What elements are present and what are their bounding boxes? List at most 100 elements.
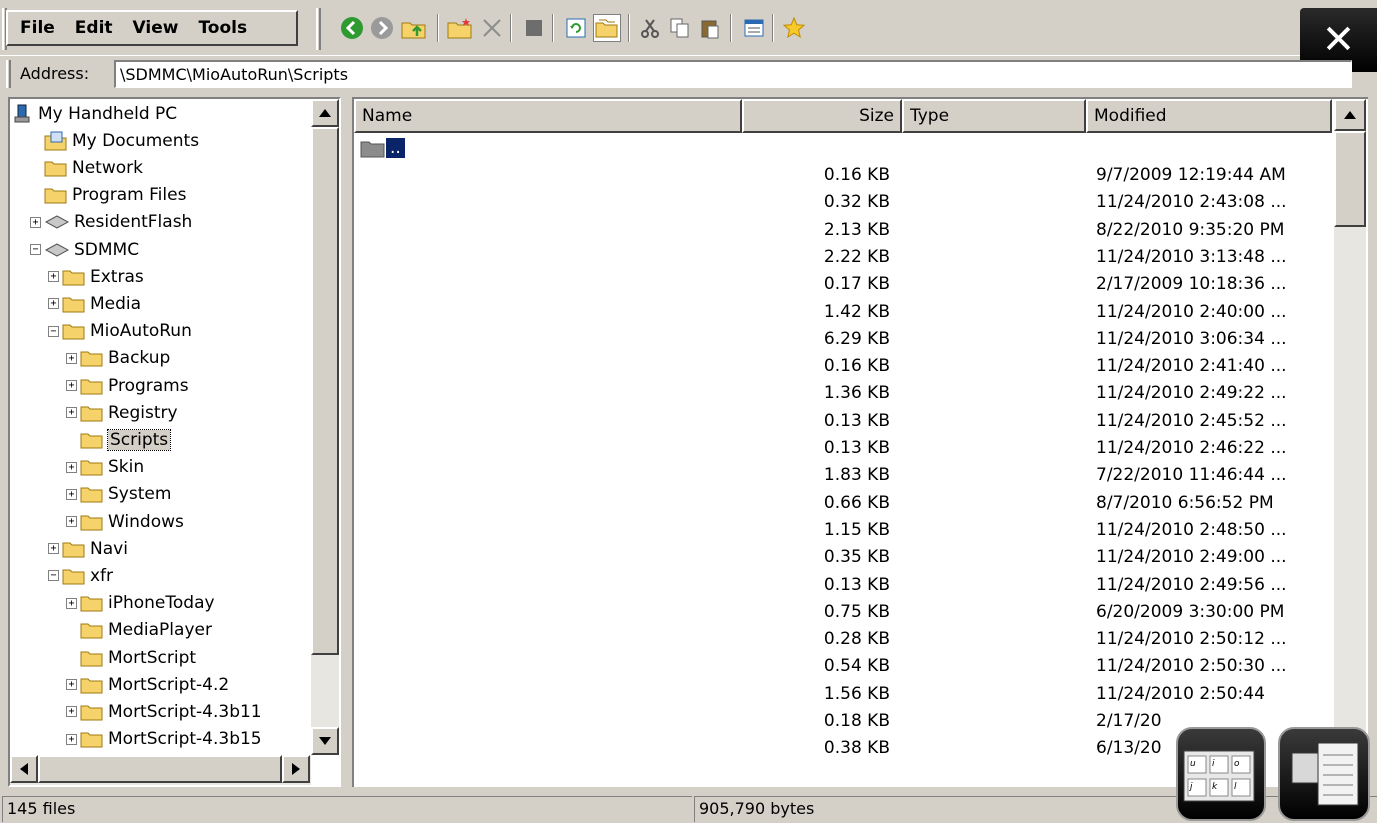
- file-row[interactable]: 0.75 KB 6/20/2009 3:30:00 PM: [354, 599, 1334, 626]
- collapse-icon[interactable]: −: [48, 325, 59, 337]
- file-row[interactable]: 1.83 KB 7/22/2010 11:46:44 ...: [354, 462, 1334, 489]
- paste-button[interactable]: [696, 14, 724, 42]
- list-scroll-thumb[interactable]: [1334, 131, 1366, 227]
- tree-item[interactable]: + ResidentFlash: [30, 209, 192, 236]
- folders-button[interactable]: [593, 14, 621, 42]
- file-row[interactable]: 0.28 KB 11/24/2010 2:50:12 ...: [354, 626, 1334, 653]
- refresh-button[interactable]: [562, 14, 590, 42]
- menu-edit[interactable]: Edit: [65, 13, 123, 43]
- file-row[interactable]: 0.16 KB 9/7/2009 12:19:44 AM: [354, 162, 1334, 189]
- menu-tools[interactable]: Tools: [188, 13, 257, 43]
- tree-scroll-down-button[interactable]: [311, 727, 339, 755]
- tree-scroll-left-button[interactable]: [10, 755, 38, 783]
- file-row[interactable]: 0.13 KB 11/24/2010 2:46:22 ...: [354, 435, 1334, 462]
- view-options-button[interactable]: [740, 14, 768, 42]
- tree-item[interactable]: − MioAutoRun: [48, 318, 192, 345]
- file-row[interactable]: 0.13 KB 11/24/2010 2:45:52 ...: [354, 408, 1334, 435]
- forward-button[interactable]: [368, 14, 396, 42]
- tree-item[interactable]: + Backup: [66, 345, 170, 372]
- column-header-size[interactable]: Size: [742, 99, 902, 133]
- tree-item[interactable]: Program Files: [30, 182, 186, 209]
- tree-item[interactable]: Network: [30, 154, 143, 181]
- expand-icon[interactable]: +: [66, 461, 77, 473]
- file-row[interactable]: 6.29 KB 11/24/2010 3:06:34 ...: [354, 326, 1334, 353]
- address-grip[interactable]: [6, 60, 11, 88]
- tree-item[interactable]: Scripts: [66, 426, 172, 453]
- file-row[interactable]: 1.15 KB 11/24/2010 2:48:50 ...: [354, 517, 1334, 544]
- toolbar-grip[interactable]: [316, 8, 321, 50]
- tree-item[interactable]: + MortScript-4.3b11: [66, 698, 262, 725]
- delete-button[interactable]: [478, 14, 506, 42]
- expand-icon[interactable]: +: [48, 543, 59, 555]
- favorites-button[interactable]: [780, 14, 808, 42]
- file-row[interactable]: 1.36 KB 11/24/2010 2:49:22 ...: [354, 380, 1334, 407]
- expand-icon[interactable]: +: [48, 271, 59, 283]
- tree-hscroll-thumb[interactable]: [38, 755, 282, 783]
- tree-item[interactable]: + Media: [48, 290, 141, 317]
- tree-item[interactable]: MortScript: [66, 644, 196, 671]
- tree-item[interactable]: + Registry: [66, 399, 178, 426]
- file-row[interactable]: 2.22 KB 11/24/2010 3:13:48 ...: [354, 244, 1334, 271]
- expand-icon[interactable]: +: [66, 679, 77, 691]
- keyboard-button[interactable]: uio jkl: [1176, 727, 1266, 821]
- tree-item[interactable]: + Extras: [48, 263, 144, 290]
- column-header-modified[interactable]: Modified: [1086, 99, 1332, 133]
- file-row[interactable]: 1.42 KB 11/24/2010 2:40:00 ...: [354, 299, 1334, 326]
- expand-icon[interactable]: +: [48, 298, 59, 310]
- tree-item[interactable]: + Skin: [66, 454, 144, 481]
- expand-icon[interactable]: +: [30, 216, 41, 228]
- tree-item[interactable]: + Navi: [48, 535, 128, 562]
- column-header-type[interactable]: Type: [902, 99, 1086, 133]
- file-row[interactable]: 1.56 KB 11/24/2010 2:50:44: [354, 681, 1334, 708]
- file-row[interactable]: 0.17 KB 2/17/2009 10:18:36 ...: [354, 271, 1334, 298]
- tree-item[interactable]: My Documents: [30, 127, 199, 154]
- new-folder-button[interactable]: [446, 14, 474, 42]
- tree-item[interactable]: + iPhoneToday: [66, 590, 215, 617]
- tree-scroll-thumb[interactable]: [311, 127, 339, 655]
- menu-file[interactable]: File: [10, 13, 65, 43]
- tree-item[interactable]: + System: [66, 481, 171, 508]
- expand-icon[interactable]: +: [66, 352, 77, 364]
- expand-icon[interactable]: +: [66, 488, 77, 500]
- properties-button[interactable]: [520, 14, 548, 42]
- parent-folder-item[interactable]: ..: [360, 138, 405, 158]
- window-switch-button[interactable]: [1278, 727, 1370, 821]
- file-row[interactable]: 0.16 KB 11/24/2010 2:41:40 ...: [354, 353, 1334, 380]
- file-row[interactable]: 0.66 KB 8/7/2010 6:56:52 PM: [354, 490, 1334, 517]
- expand-icon[interactable]: +: [66, 706, 77, 718]
- collapse-icon[interactable]: −: [48, 570, 59, 582]
- tree-scroll-right-button[interactable]: [282, 755, 310, 783]
- tree-vertical-scrollbar[interactable]: [311, 99, 339, 755]
- file-row[interactable]: 0.13 KB 11/24/2010 2:49:56 ...: [354, 572, 1334, 599]
- menu-view[interactable]: View: [123, 13, 189, 43]
- file-row[interactable]: 0.35 KB 11/24/2010 2:49:00 ...: [354, 544, 1334, 571]
- file-row[interactable]: 0.54 KB 11/24/2010 2:50:30 ...: [354, 653, 1334, 680]
- parent-folder-row[interactable]: ..: [354, 135, 1334, 162]
- tree-item[interactable]: MediaPlayer: [66, 617, 212, 644]
- column-header-name[interactable]: Name: [354, 99, 742, 133]
- list-scroll-up-button[interactable]: [1334, 99, 1366, 131]
- expand-icon[interactable]: +: [66, 407, 77, 419]
- file-row[interactable]: 2.13 KB 8/22/2010 9:35:20 PM: [354, 217, 1334, 244]
- tree-item[interactable]: + MortScript-4.3b15: [66, 726, 262, 753]
- tree-item[interactable]: + Windows: [66, 508, 184, 535]
- expand-icon[interactable]: +: [66, 597, 77, 609]
- collapse-icon[interactable]: −: [30, 244, 41, 255]
- address-input[interactable]: \SDMMC\MioAutoRun\Scripts: [114, 60, 1352, 88]
- tree-item[interactable]: − xfr: [48, 562, 113, 589]
- tree-item[interactable]: My Handheld PC: [12, 100, 177, 127]
- copy-button[interactable]: [666, 14, 694, 42]
- tree-item[interactable]: + MortScript-4.2: [66, 671, 229, 698]
- tree-item[interactable]: + Programs: [66, 372, 189, 399]
- tree-item[interactable]: − SDMMC: [30, 236, 139, 263]
- cut-button[interactable]: [636, 14, 664, 42]
- list-vertical-scrollbar[interactable]: [1334, 99, 1366, 787]
- expand-icon[interactable]: +: [66, 516, 77, 527]
- up-folder-button[interactable]: [400, 14, 428, 42]
- tree-horizontal-scrollbar[interactable]: [10, 755, 311, 785]
- expand-icon[interactable]: +: [66, 380, 77, 391]
- file-row[interactable]: 0.32 KB 11/24/2010 2:43:08 ...: [354, 189, 1334, 216]
- tree-scroll-up-button[interactable]: [311, 99, 339, 127]
- back-button[interactable]: [338, 14, 366, 42]
- expand-icon[interactable]: +: [66, 733, 77, 745]
